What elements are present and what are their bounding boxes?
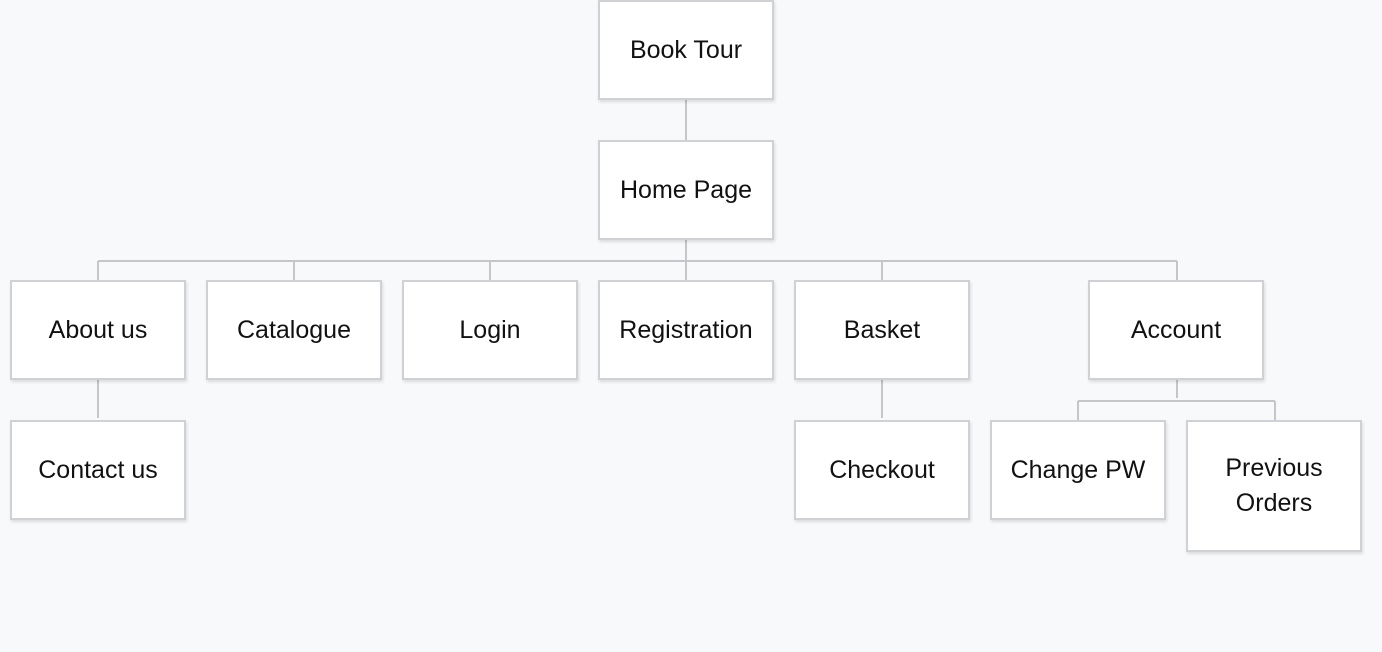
node-about-us: About us [10,280,186,380]
node-basket: Basket [794,280,970,380]
node-label: Contact us [38,455,158,484]
node-catalogue: Catalogue [206,280,382,380]
node-checkout: Checkout [794,420,970,520]
node-book-tour: Book Tour [598,0,774,100]
node-contact-us: Contact us [10,420,186,520]
node-label: Previous Orders [1225,454,1323,517]
node-label: Basket [843,315,921,344]
node-account: Account [1088,280,1264,380]
node-label: Registration [619,315,753,344]
node-label: Checkout [829,455,935,484]
node-label: Catalogue [237,315,351,344]
node-registration: Registration [598,280,774,380]
node-home-page: Home Page [598,140,774,240]
node-login: Login [402,280,578,380]
node-label: Book Tour [629,35,743,64]
node-previous-orders: Previous Orders [1186,420,1362,552]
node-label: Account [1130,315,1222,344]
node-change-pw: Change PW [990,420,1166,520]
node-label: Login [459,315,521,344]
node-label: About us [48,315,148,344]
node-label: Home Page [619,175,753,204]
node-label: Change PW [1010,455,1146,484]
